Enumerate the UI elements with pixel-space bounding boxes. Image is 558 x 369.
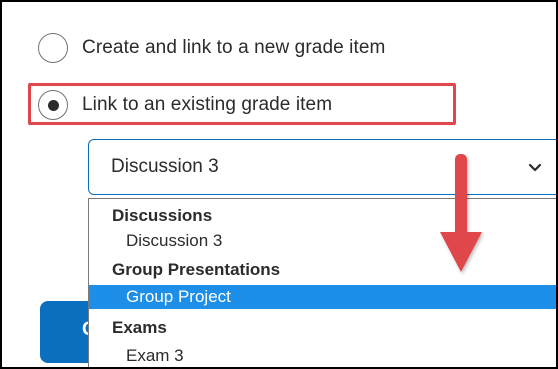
select-value: Discussion 3 [111,156,219,177]
dropdown-option-selected[interactable]: Group Project [89,285,556,309]
dropdown-group-header: Group Presentations [112,260,281,279]
grade-item-dropdown[interactable]: Discussions Discussion 3 Group Presentat… [88,198,556,367]
grade-item-panel: Create and link to a new grade item Link… [0,0,558,369]
dropdown-option[interactable]: Exam 3 [89,344,556,367]
dropdown-option[interactable]: Discussion 3 [89,229,556,253]
chevron-down-icon[interactable] [525,158,545,178]
radio-create-new[interactable] [38,33,68,63]
dropdown-group-header: Discussions [112,206,213,225]
option-create-new[interactable]: Create and link to a new grade item [38,31,385,65]
dropdown-group-header: Exams [112,318,167,337]
highlight-annotation [28,83,456,125]
arrow-down-icon [440,154,482,272]
grade-item-select[interactable]: Discussion 3 [88,139,556,195]
option-create-new-label: Create and link to a new grade item [82,37,386,58]
